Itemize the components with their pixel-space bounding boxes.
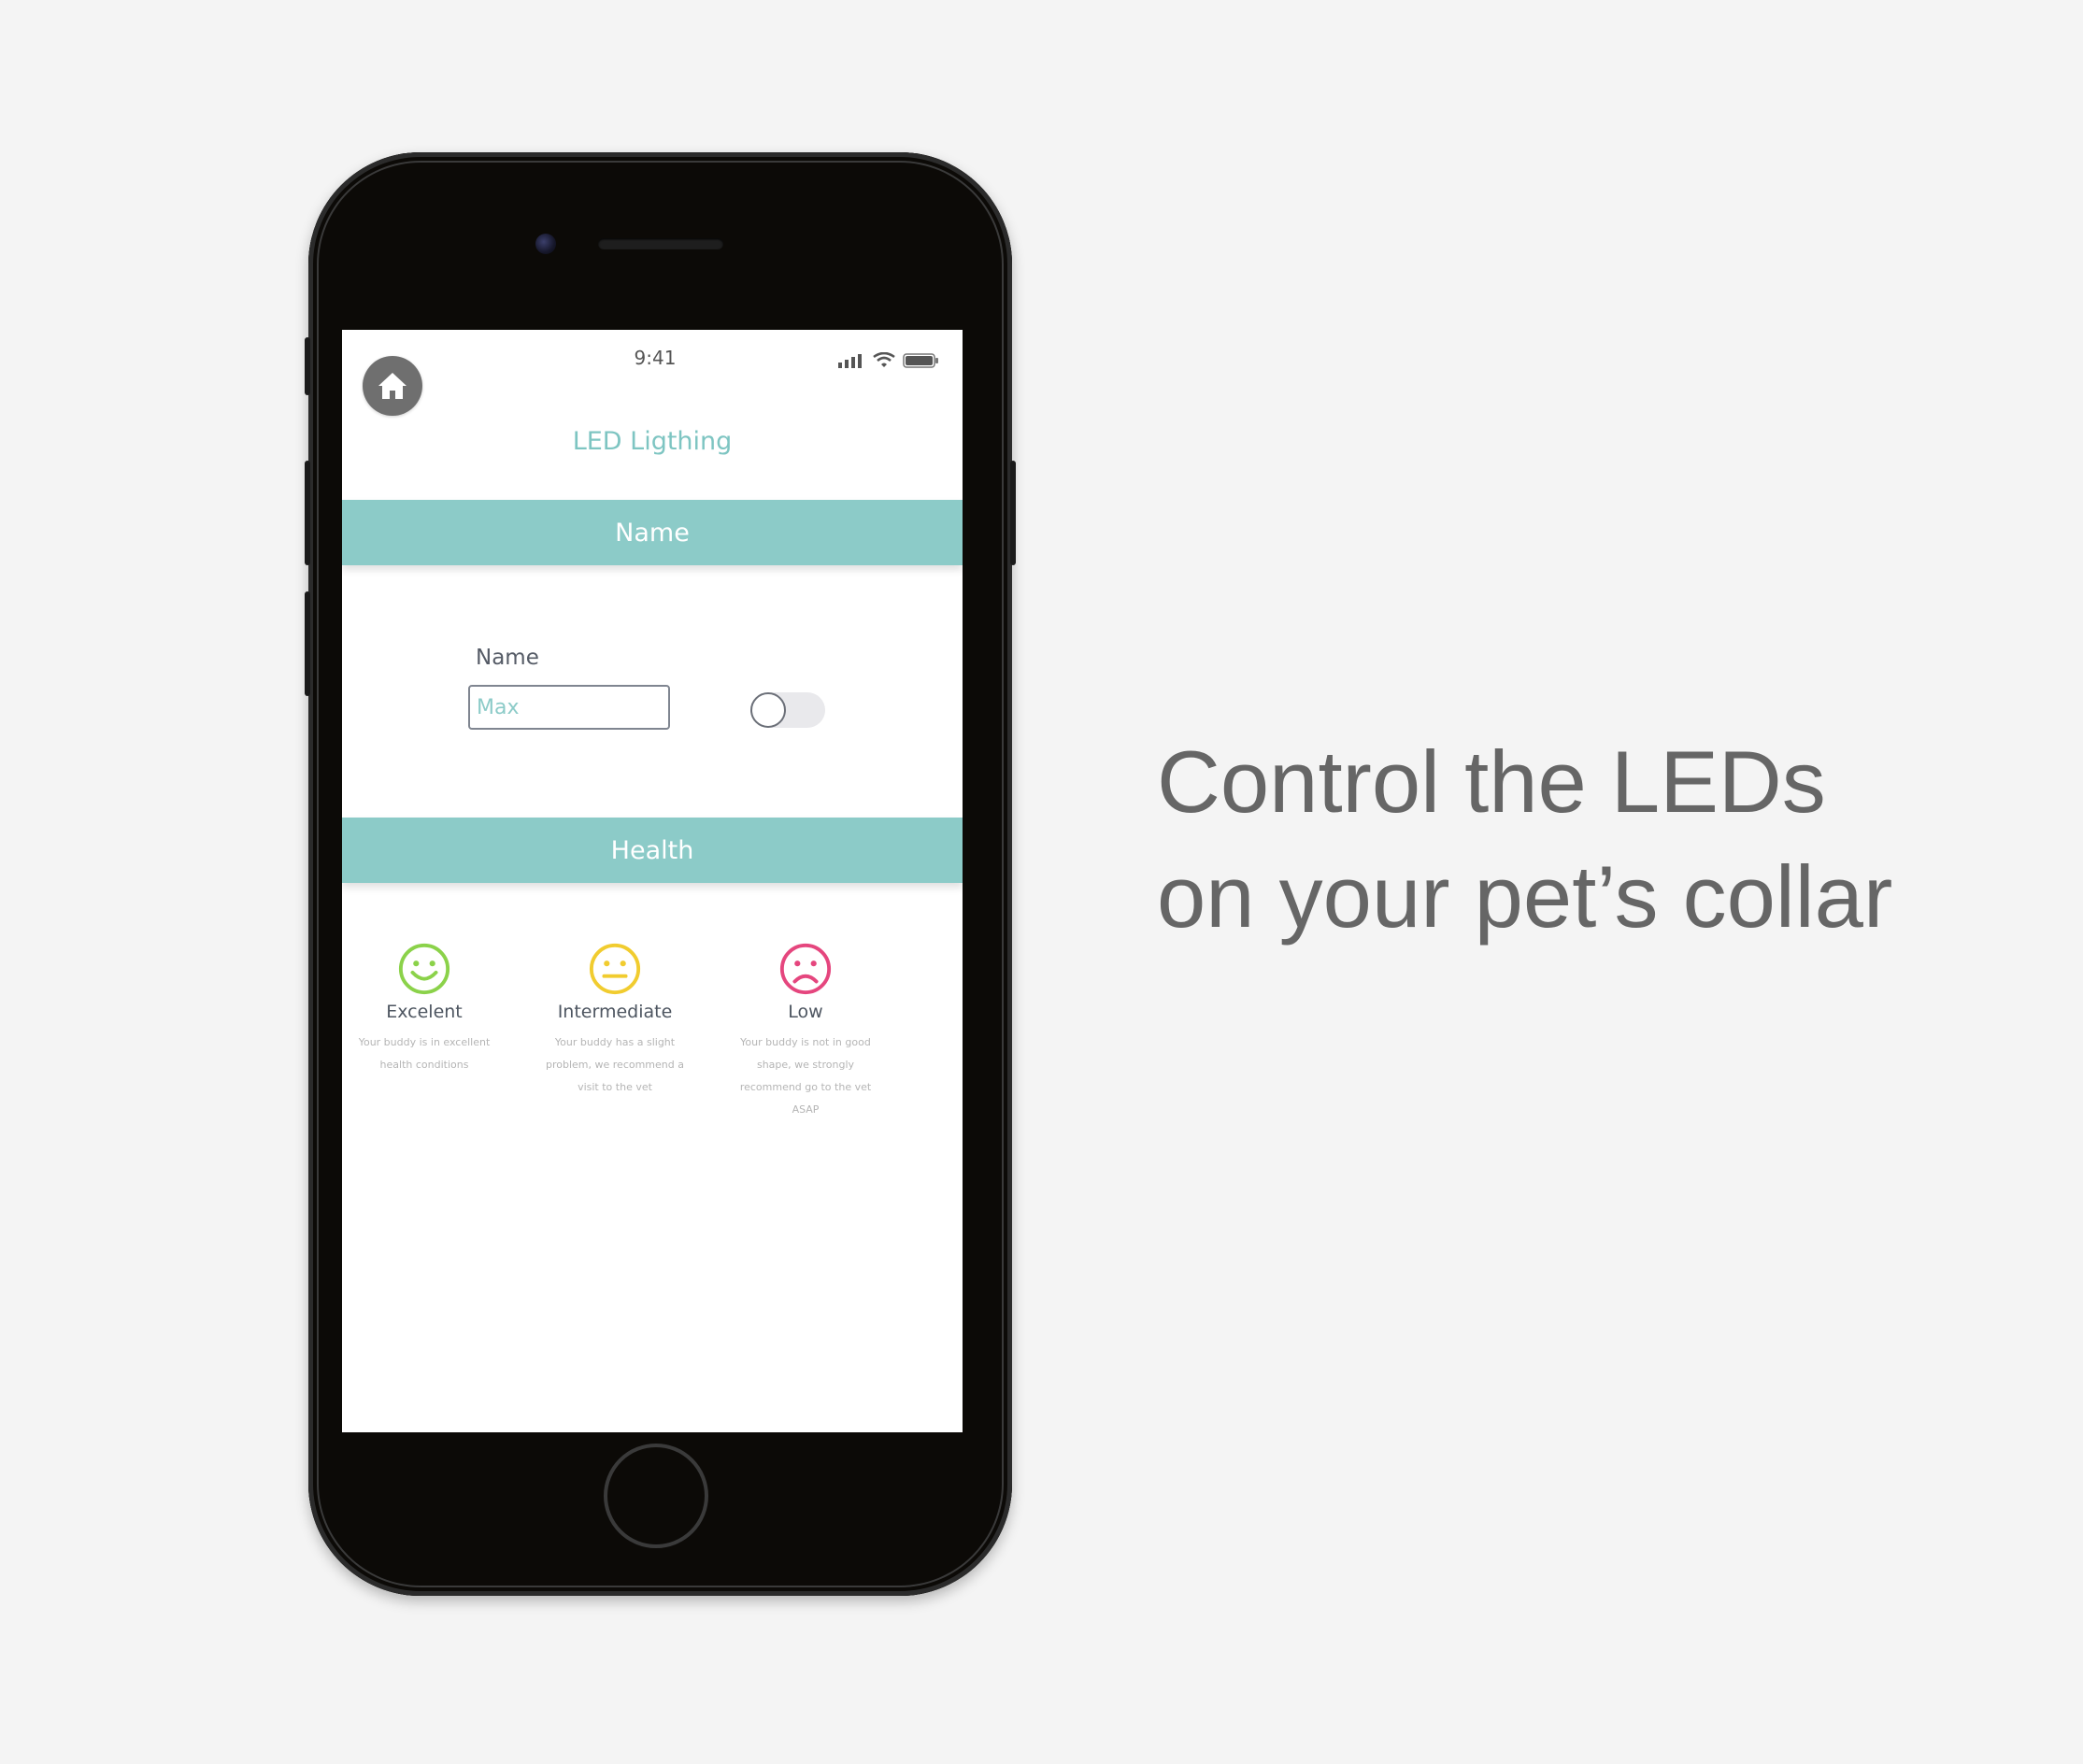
tagline-line-2: on your pet’s collar (1157, 847, 1893, 946)
health-level-low[interactable]: Low Your buddy is not in good shape, we … (721, 942, 890, 1121)
signal-icon (838, 354, 862, 368)
health-level-label: Low (788, 1002, 823, 1022)
health-level-label: Excelent (386, 1002, 463, 1022)
volume-up-button (305, 461, 310, 565)
smiley-neutral-icon (589, 943, 641, 995)
health-section-header: Health (342, 818, 963, 883)
wifi-icon (873, 352, 895, 367)
phone-mockup: 9:41 LED Ligthing Name Name Max Health E… (305, 152, 1016, 1596)
status-time: 9:41 (634, 347, 677, 369)
health-level-excelent[interactable]: Excelent Your buddy is in excellent heal… (342, 942, 508, 1076)
name-field-label: Name (476, 646, 539, 670)
tagline-line-1: Control the LEDs (1157, 733, 1826, 831)
front-camera (535, 234, 556, 254)
tagline: Control the LEDs on your pet’s collar (1157, 724, 2035, 954)
health-level-intermediate[interactable]: Intermediate Your buddy has a slight pro… (531, 942, 699, 1099)
screen-title: LED Ligthing (572, 427, 733, 456)
status-icons (837, 352, 940, 369)
name-section-header: Name (342, 500, 963, 565)
earpiece-speaker (598, 238, 723, 249)
home-button[interactable] (363, 356, 422, 416)
name-input[interactable] (468, 685, 670, 730)
smiley-happy-icon (398, 943, 450, 995)
home-icon (378, 373, 407, 399)
led-toggle[interactable] (750, 692, 825, 728)
health-level-description: Your buddy is in excellent health condit… (358, 1036, 491, 1071)
hardware-home-button (604, 1444, 708, 1548)
app-screen: 9:41 LED Ligthing Name Name Max Health E… (342, 330, 963, 1432)
health-level-description: Your buddy is not in good shape, we stro… (739, 1036, 872, 1116)
volume-down-button (305, 591, 310, 696)
health-level-label: Intermediate (557, 1002, 673, 1022)
toggle-knob (750, 692, 786, 728)
health-level-description: Your buddy has a slight problem, we reco… (546, 1036, 684, 1093)
mute-switch (305, 337, 310, 395)
battery-icon (903, 353, 938, 368)
power-button (1010, 461, 1016, 565)
smiley-sad-icon (779, 943, 832, 995)
